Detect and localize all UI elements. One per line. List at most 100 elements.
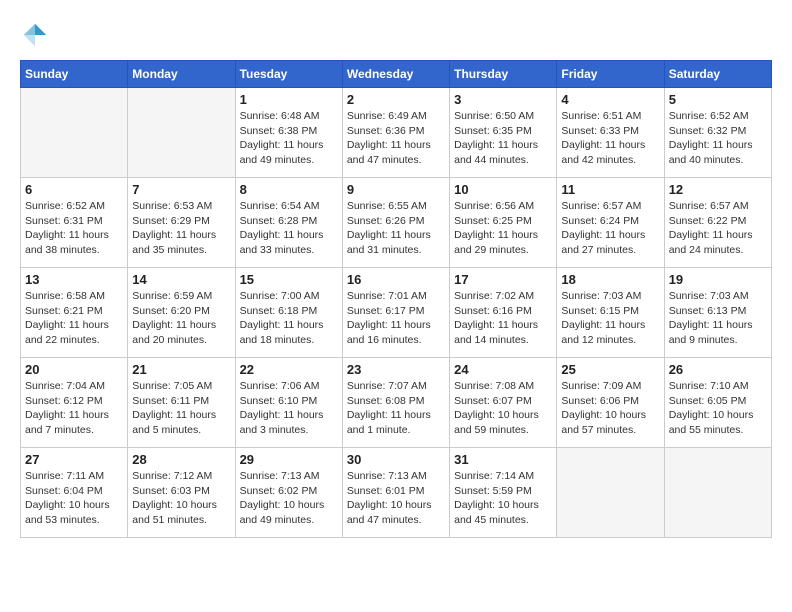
weekday-header-monday: Monday bbox=[128, 61, 235, 88]
day-info: Sunrise: 6:53 AMSunset: 6:29 PMDaylight:… bbox=[132, 199, 230, 258]
day-number: 6 bbox=[25, 182, 123, 197]
day-info: Sunrise: 7:05 AMSunset: 6:11 PMDaylight:… bbox=[132, 379, 230, 438]
day-number: 4 bbox=[561, 92, 659, 107]
weekday-header-sunday: Sunday bbox=[21, 61, 128, 88]
day-number: 17 bbox=[454, 272, 552, 287]
calendar-cell: 30 Sunrise: 7:13 AMSunset: 6:01 PMDayligh… bbox=[342, 448, 449, 538]
calendar-cell: 14 Sunrise: 6:59 AMSunset: 6:20 PMDayligh… bbox=[128, 268, 235, 358]
day-number: 30 bbox=[347, 452, 445, 467]
day-info: Sunrise: 7:03 AMSunset: 6:15 PMDaylight:… bbox=[561, 289, 659, 348]
day-info: Sunrise: 6:57 AMSunset: 6:22 PMDaylight:… bbox=[669, 199, 767, 258]
day-info: Sunrise: 7:03 AMSunset: 6:13 PMDaylight:… bbox=[669, 289, 767, 348]
day-info: Sunrise: 7:04 AMSunset: 6:12 PMDaylight:… bbox=[25, 379, 123, 438]
day-number: 3 bbox=[454, 92, 552, 107]
calendar-cell: 22 Sunrise: 7:06 AMSunset: 6:10 PMDayligh… bbox=[235, 358, 342, 448]
day-info: Sunrise: 7:02 AMSunset: 6:16 PMDaylight:… bbox=[454, 289, 552, 348]
calendar-cell: 10Sunrise: 6:56 AMSunset: 6:25 PMDayligh… bbox=[450, 178, 557, 268]
day-number: 15 bbox=[240, 272, 338, 287]
calendar-cell bbox=[557, 448, 664, 538]
day-info: Sunrise: 7:13 AMSunset: 6:02 PMDaylight:… bbox=[240, 469, 338, 528]
weekday-header-thursday: Thursday bbox=[450, 61, 557, 88]
logo-icon bbox=[20, 20, 50, 50]
day-info: Sunrise: 7:01 AMSunset: 6:17 PMDaylight:… bbox=[347, 289, 445, 348]
day-info: Sunrise: 7:14 AMSunset: 5:59 PMDaylight:… bbox=[454, 469, 552, 528]
logo bbox=[20, 20, 54, 50]
day-number: 22 bbox=[240, 362, 338, 377]
day-info: Sunrise: 6:50 AMSunset: 6:35 PMDaylight:… bbox=[454, 109, 552, 168]
day-number: 28 bbox=[132, 452, 230, 467]
calendar-cell: 6 Sunrise: 6:52 AMSunset: 6:31 PMDaylight… bbox=[21, 178, 128, 268]
day-number: 23 bbox=[347, 362, 445, 377]
day-number: 20 bbox=[25, 362, 123, 377]
day-info: Sunrise: 7:09 AMSunset: 6:06 PMDaylight:… bbox=[561, 379, 659, 438]
day-number: 5 bbox=[669, 92, 767, 107]
calendar-cell: 27 Sunrise: 7:11 AMSunset: 6:04 PMDayligh… bbox=[21, 448, 128, 538]
day-info: Sunrise: 6:52 AMSunset: 6:32 PMDaylight:… bbox=[669, 109, 767, 168]
calendar-cell: 31 Sunrise: 7:14 AMSunset: 5:59 PMDayligh… bbox=[450, 448, 557, 538]
day-number: 11 bbox=[561, 182, 659, 197]
calendar-cell: 13 Sunrise: 6:58 AMSunset: 6:21 PMDayligh… bbox=[21, 268, 128, 358]
calendar-cell: 1 Sunrise: 6:48 AMSunset: 6:38 PMDaylight… bbox=[235, 88, 342, 178]
calendar-cell: 26 Sunrise: 7:10 AMSunset: 6:05 PMDayligh… bbox=[664, 358, 771, 448]
calendar-cell: 7 Sunrise: 6:53 AMSunset: 6:29 PMDaylight… bbox=[128, 178, 235, 268]
calendar-cell bbox=[664, 448, 771, 538]
day-info: Sunrise: 6:48 AMSunset: 6:38 PMDaylight:… bbox=[240, 109, 338, 168]
calendar-cell: 19Sunrise: 7:03 AMSunset: 6:13 PMDayligh… bbox=[664, 268, 771, 358]
day-number: 10 bbox=[454, 182, 552, 197]
day-number: 16 bbox=[347, 272, 445, 287]
calendar-cell: 24Sunrise: 7:08 AMSunset: 6:07 PMDayligh… bbox=[450, 358, 557, 448]
day-info: Sunrise: 6:55 AMSunset: 6:26 PMDaylight:… bbox=[347, 199, 445, 258]
calendar-week-5: 27 Sunrise: 7:11 AMSunset: 6:04 PMDayligh… bbox=[21, 448, 772, 538]
weekday-header-saturday: Saturday bbox=[664, 61, 771, 88]
calendar-cell: 5 Sunrise: 6:52 AMSunset: 6:32 PMDaylight… bbox=[664, 88, 771, 178]
day-info: Sunrise: 6:51 AMSunset: 6:33 PMDaylight:… bbox=[561, 109, 659, 168]
day-number: 26 bbox=[669, 362, 767, 377]
calendar-cell: 2Sunrise: 6:49 AMSunset: 6:36 PMDaylight… bbox=[342, 88, 449, 178]
day-number: 18 bbox=[561, 272, 659, 287]
calendar-cell: 12 Sunrise: 6:57 AMSunset: 6:22 PMDayligh… bbox=[664, 178, 771, 268]
weekday-header-friday: Friday bbox=[557, 61, 664, 88]
day-number: 7 bbox=[132, 182, 230, 197]
day-info: Sunrise: 6:52 AMSunset: 6:31 PMDaylight:… bbox=[25, 199, 123, 258]
weekday-header-tuesday: Tuesday bbox=[235, 61, 342, 88]
calendar-cell: 15Sunrise: 7:00 AMSunset: 6:18 PMDayligh… bbox=[235, 268, 342, 358]
day-info: Sunrise: 7:08 AMSunset: 6:07 PMDaylight:… bbox=[454, 379, 552, 438]
day-number: 27 bbox=[25, 452, 123, 467]
day-number: 21 bbox=[132, 362, 230, 377]
calendar-cell: 4 Sunrise: 6:51 AMSunset: 6:33 PMDaylight… bbox=[557, 88, 664, 178]
calendar-week-3: 13 Sunrise: 6:58 AMSunset: 6:21 PMDayligh… bbox=[21, 268, 772, 358]
calendar-cell: 17 Sunrise: 7:02 AMSunset: 6:16 PMDayligh… bbox=[450, 268, 557, 358]
page-header bbox=[20, 20, 772, 50]
day-info: Sunrise: 7:07 AMSunset: 6:08 PMDaylight:… bbox=[347, 379, 445, 438]
calendar-cell: 9 Sunrise: 6:55 AMSunset: 6:26 PMDaylight… bbox=[342, 178, 449, 268]
day-number: 12 bbox=[669, 182, 767, 197]
calendar-cell: 21 Sunrise: 7:05 AMSunset: 6:11 PMDayligh… bbox=[128, 358, 235, 448]
day-number: 25 bbox=[561, 362, 659, 377]
calendar-cell: 25 Sunrise: 7:09 AMSunset: 6:06 PMDayligh… bbox=[557, 358, 664, 448]
calendar-cell bbox=[21, 88, 128, 178]
calendar-week-2: 6 Sunrise: 6:52 AMSunset: 6:31 PMDaylight… bbox=[21, 178, 772, 268]
day-number: 9 bbox=[347, 182, 445, 197]
day-info: Sunrise: 6:54 AMSunset: 6:28 PMDaylight:… bbox=[240, 199, 338, 258]
day-number: 1 bbox=[240, 92, 338, 107]
calendar-cell: 28 Sunrise: 7:12 AMSunset: 6:03 PMDayligh… bbox=[128, 448, 235, 538]
weekday-header-row: SundayMondayTuesdayWednesdayThursdayFrid… bbox=[21, 61, 772, 88]
day-info: Sunrise: 6:49 AMSunset: 6:36 PMDaylight:… bbox=[347, 109, 445, 168]
calendar-cell: 3 Sunrise: 6:50 AMSunset: 6:35 PMDaylight… bbox=[450, 88, 557, 178]
day-info: Sunrise: 6:57 AMSunset: 6:24 PMDaylight:… bbox=[561, 199, 659, 258]
day-info: Sunrise: 7:13 AMSunset: 6:01 PMDaylight:… bbox=[347, 469, 445, 528]
calendar-week-4: 20 Sunrise: 7:04 AMSunset: 6:12 PMDayligh… bbox=[21, 358, 772, 448]
weekday-header-wednesday: Wednesday bbox=[342, 61, 449, 88]
day-info: Sunrise: 7:12 AMSunset: 6:03 PMDaylight:… bbox=[132, 469, 230, 528]
calendar-cell bbox=[128, 88, 235, 178]
day-number: 14 bbox=[132, 272, 230, 287]
day-info: Sunrise: 7:06 AMSunset: 6:10 PMDaylight:… bbox=[240, 379, 338, 438]
day-number: 13 bbox=[25, 272, 123, 287]
day-info: Sunrise: 6:58 AMSunset: 6:21 PMDaylight:… bbox=[25, 289, 123, 348]
calendar-cell: 23 Sunrise: 7:07 AMSunset: 6:08 PMDayligh… bbox=[342, 358, 449, 448]
day-info: Sunrise: 7:11 AMSunset: 6:04 PMDaylight:… bbox=[25, 469, 123, 528]
day-number: 31 bbox=[454, 452, 552, 467]
day-info: Sunrise: 6:59 AMSunset: 6:20 PMDaylight:… bbox=[132, 289, 230, 348]
day-info: Sunrise: 7:10 AMSunset: 6:05 PMDaylight:… bbox=[669, 379, 767, 438]
calendar-cell: 18 Sunrise: 7:03 AMSunset: 6:15 PMDayligh… bbox=[557, 268, 664, 358]
